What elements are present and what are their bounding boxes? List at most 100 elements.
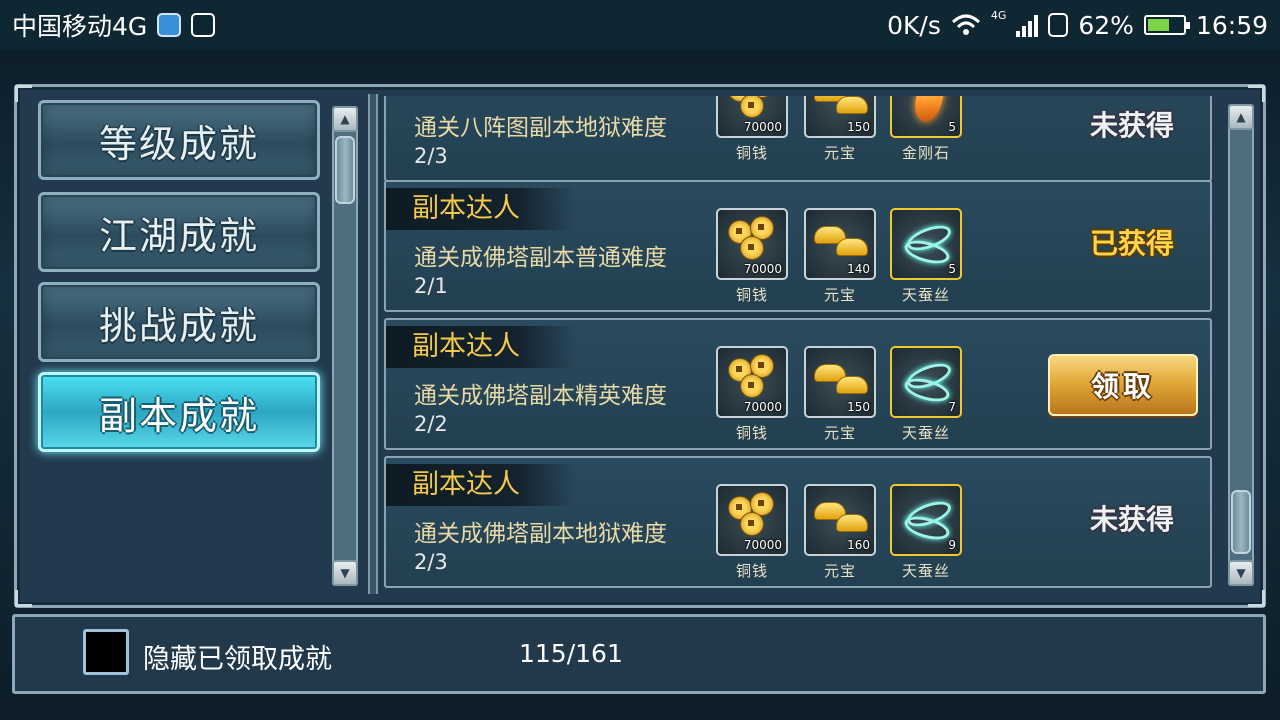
reward-ingot[interactable]: 160 元宝 <box>804 484 876 590</box>
reward-diamond[interactable]: 5 金刚石 <box>890 96 962 174</box>
signal-bars-icon <box>1016 13 1039 37</box>
silk-icon: 9 <box>890 484 962 556</box>
category-label: 江湖成就 <box>98 213 259 258</box>
coins-icon: 70000 <box>716 484 788 556</box>
status-obtained: 已获得 <box>1089 227 1174 260</box>
category-jianghu-button[interactable]: 江湖成就 <box>38 192 320 272</box>
reward-qty: 5 <box>948 120 956 134</box>
scroll-up-button[interactable]: ▲ <box>332 106 358 132</box>
category-level-button[interactable]: 等级成就 <box>38 100 320 180</box>
achievement-card: 副本达人 通关成佛塔副本普通难度 2/1 70000 铜钱 140 元宝 5 天… <box>384 180 1212 312</box>
silk-icon: 5 <box>890 208 962 280</box>
category-panel: 等级成就 江湖成就 挑战成就 副本成就 ▲ ▼ <box>20 94 360 594</box>
reward-qty: 150 <box>847 120 870 134</box>
reward-silk[interactable]: 9 天蚕丝 <box>890 484 962 590</box>
diamond-icon: 5 <box>890 96 962 138</box>
image-notification-icon <box>191 13 216 37</box>
reward-qty: 7 <box>948 400 956 414</box>
ingot-icon: 150 <box>804 346 876 418</box>
reward-ingot[interactable]: 150 元宝 <box>804 346 876 454</box>
clock: 16:59 <box>1195 10 1268 40</box>
reward-ingot[interactable]: 140 元宝 <box>804 208 876 316</box>
status-not-obtained: 未获得 <box>1089 503 1174 536</box>
app-notification-icon <box>157 13 182 37</box>
reward-name: 金刚石 <box>901 144 950 162</box>
status-not-obtained: 未获得 <box>1089 109 1174 142</box>
reward-name: 天蚕丝 <box>901 424 950 442</box>
category-label: 副本成就 <box>98 393 259 438</box>
achievement-scrollbar[interactable]: ▲ ▼ <box>1228 104 1254 586</box>
achievement-count: 115/161 <box>519 639 623 668</box>
wifi-icon <box>951 14 980 35</box>
scroll-thumb[interactable] <box>1231 490 1251 554</box>
hide-claimed-label: 隐藏已领取成就 <box>143 644 332 675</box>
reward-name: 元宝 <box>823 286 856 304</box>
category-label: 等级成就 <box>98 121 259 166</box>
status-bar-right: 0K/s 4G 62% 16:59 <box>887 8 1268 40</box>
ingot-icon: 150 <box>804 96 876 138</box>
panel-divider <box>368 94 378 594</box>
network-speed: 0K/s <box>887 10 941 40</box>
status-bar: 中国移动4G 0K/s 4G 62% 16:59 <box>0 0 1280 50</box>
hide-claimed-checkbox[interactable] <box>83 629 129 675</box>
carrier-label: 中国移动4G <box>12 12 148 41</box>
achievement-title: 副本达人 <box>386 464 576 506</box>
reward-qty: 70000 <box>743 538 782 552</box>
reward-coins[interactable]: 70000 铜钱 <box>716 346 788 454</box>
reward-name: 铜钱 <box>735 424 768 442</box>
achievement-card: 副本达人 通关成佛塔副本精英难度 2/2 70000 铜钱 150 元宝 7 天… <box>384 318 1212 450</box>
sim-card-icon <box>1048 13 1069 37</box>
scroll-thumb[interactable] <box>335 136 355 204</box>
achievement-desc: 通关成佛塔副本精英难度 <box>414 383 667 409</box>
reward-name: 铜钱 <box>735 286 768 304</box>
reward-qty: 140 <box>847 262 870 276</box>
reward-qty: 70000 <box>743 262 782 276</box>
reward-qty: 160 <box>847 538 870 552</box>
coins-icon: 70000 <box>716 96 788 138</box>
reward-name: 元宝 <box>823 424 856 442</box>
category-label: 挑战成就 <box>98 303 259 348</box>
reward-coins[interactable]: 70000 铜钱 <box>716 484 788 590</box>
battery-icon <box>1143 15 1190 35</box>
status-bar-left: 中国移动4G <box>12 7 216 43</box>
scroll-up-button[interactable]: ▲ <box>1228 104 1254 130</box>
achievement-progress: 2/3 <box>414 144 448 168</box>
category-challenge-button[interactable]: 挑战成就 <box>38 282 320 362</box>
reward-name: 铜钱 <box>735 562 768 580</box>
achievement-desc: 通关成佛塔副本地狱难度 <box>414 521 667 547</box>
achievement-progress: 2/2 <box>414 412 448 436</box>
achievement-card: 副本达人 通关成佛塔副本地狱难度 2/3 70000 铜钱 160 元宝 9 天… <box>384 456 1212 588</box>
reward-qty: 150 <box>847 400 870 414</box>
reward-name: 天蚕丝 <box>901 562 950 580</box>
reward-silk[interactable]: 7 天蚕丝 <box>890 346 962 454</box>
category-dungeon-button[interactable]: 副本成就 <box>38 372 320 452</box>
silk-icon: 7 <box>890 346 962 418</box>
reward-qty: 70000 <box>743 120 782 134</box>
bottom-bar: 隐藏已领取成就 115/161 <box>12 614 1266 694</box>
claim-reward-button[interactable]: 领取 <box>1048 354 1198 416</box>
achievement-title: 副本达人 <box>386 326 576 368</box>
reward-name: 天蚕丝 <box>901 286 950 304</box>
network-type-tag: 4G <box>990 8 1007 22</box>
achievement-list[interactable]: 通关八阵图副本地狱难度 2/3 70000 铜钱 150 元宝 5 金刚石 未获… <box>384 96 1212 590</box>
scroll-down-button[interactable]: ▼ <box>332 560 358 586</box>
reward-qty: 70000 <box>743 400 782 414</box>
achievement-progress: 2/3 <box>414 550 448 574</box>
ingot-icon: 160 <box>804 484 876 556</box>
scroll-down-button[interactable]: ▼ <box>1228 560 1254 586</box>
achievement-title: 副本达人 <box>386 188 576 230</box>
reward-silk[interactable]: 5 天蚕丝 <box>890 208 962 316</box>
reward-ingot[interactable]: 150 元宝 <box>804 96 876 174</box>
achievement-progress: 2/1 <box>414 274 448 298</box>
reward-name: 元宝 <box>823 144 856 162</box>
reward-name: 铜钱 <box>735 144 768 162</box>
coins-icon: 70000 <box>716 346 788 418</box>
category-scrollbar[interactable]: ▲ ▼ <box>332 106 358 586</box>
battery-percent: 62% <box>1078 10 1134 40</box>
reward-coins[interactable]: 70000 铜钱 <box>716 96 788 174</box>
reward-coins[interactable]: 70000 铜钱 <box>716 208 788 316</box>
coins-icon: 70000 <box>716 208 788 280</box>
achievement-desc: 通关成佛塔副本普通难度 <box>414 245 667 271</box>
ingot-icon: 140 <box>804 208 876 280</box>
achievement-desc: 通关八阵图副本地狱难度 <box>414 115 667 141</box>
